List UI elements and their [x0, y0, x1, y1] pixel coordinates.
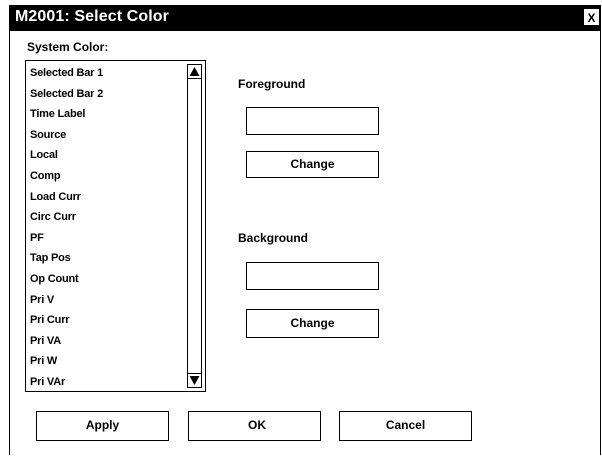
list-item[interactable]: Selected Bar 2: [30, 84, 180, 105]
background-swatch: [246, 262, 379, 290]
system-color-label: System Color:: [27, 40, 109, 54]
list-item[interactable]: Comp: [30, 166, 180, 187]
arrow-down-icon: [189, 376, 200, 385]
foreground-swatch: [246, 107, 379, 135]
list-scrollbar[interactable]: [187, 64, 202, 388]
scroll-down-button[interactable]: [187, 373, 202, 388]
system-color-items: Selected Bar 1 Selected Bar 2 Time Label So…: [30, 63, 180, 393]
list-item[interactable]: Pri V: [30, 290, 180, 311]
list-item[interactable]: Circ Curr: [30, 207, 180, 228]
list-item[interactable]: Pri VA: [30, 331, 180, 352]
list-item[interactable]: Tap Pos: [30, 248, 180, 269]
foreground-change-button[interactable]: Change: [246, 151, 379, 178]
list-item[interactable]: Pri Curr: [30, 310, 180, 331]
system-color-list[interactable]: Selected Bar 1 Selected Bar 2 Time Label So…: [25, 60, 206, 392]
list-item[interactable]: Pri W: [30, 351, 180, 372]
arrow-up-icon: [189, 67, 200, 76]
window-title: M2001: Select Color: [15, 8, 169, 25]
list-item[interactable]: PF: [30, 228, 180, 249]
background-change-button[interactable]: Change: [246, 309, 379, 338]
list-item[interactable]: Source: [30, 125, 180, 146]
list-item[interactable]: Load Curr: [30, 187, 180, 208]
list-item[interactable]: Selected Bar 1: [30, 63, 180, 84]
list-item[interactable]: Local: [30, 145, 180, 166]
ok-button[interactable]: OK: [188, 411, 321, 441]
list-item[interactable]: Time Label: [30, 104, 180, 125]
background-label: Background: [238, 231, 309, 245]
list-item[interactable]: Op Count: [30, 269, 180, 290]
foreground-label: Foreground: [238, 77, 306, 91]
apply-button[interactable]: Apply: [36, 411, 169, 441]
cancel-button[interactable]: Cancel: [339, 411, 472, 441]
list-item[interactable]: Pri VAr: [30, 372, 180, 393]
title-bar: M2001: Select Color X: [9, 5, 601, 31]
scroll-up-button[interactable]: [187, 64, 202, 79]
close-button[interactable]: X: [584, 9, 599, 25]
